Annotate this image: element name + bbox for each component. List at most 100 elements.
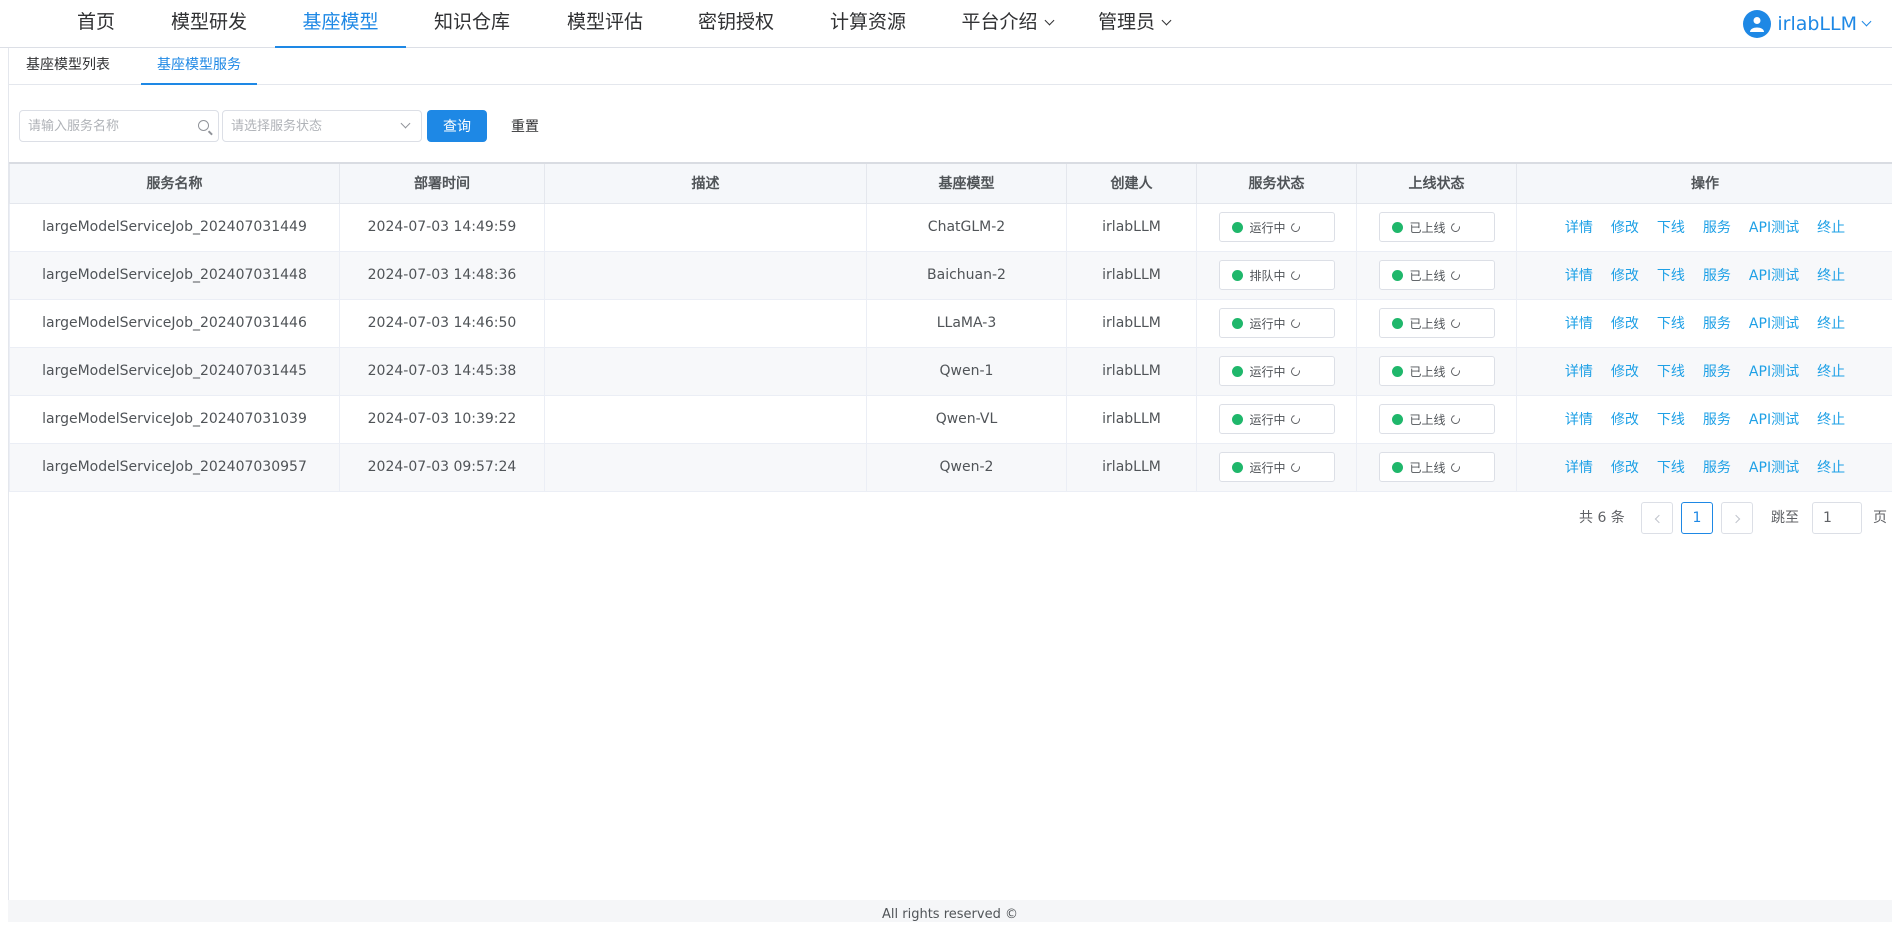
cell-base-model: Baichuan-2 (867, 251, 1067, 299)
api-test-link[interactable]: API测试 (1749, 460, 1799, 476)
cell-service-status: 排队中 (1197, 251, 1357, 299)
table-row: largeModelServiceJob_2024070314462024-07… (10, 299, 1892, 347)
cell-creator: irlabLLM (1067, 251, 1197, 299)
cell-creator: irlabLLM (1067, 347, 1197, 395)
terminate-link[interactable]: 终止 (1817, 268, 1845, 284)
offline-link[interactable]: 下线 (1657, 460, 1685, 476)
col-header-desc: 描述 (545, 163, 867, 203)
cell-base-model: Qwen-VL (867, 395, 1067, 443)
terminate-link[interactable]: 终止 (1817, 412, 1845, 428)
cell-online-status: 已上线 (1357, 299, 1517, 347)
query-button[interactable]: 查询 (427, 110, 487, 142)
cell-description (545, 395, 867, 443)
prev-page-button[interactable] (1641, 502, 1673, 534)
status-dot-icon (1232, 222, 1243, 233)
nav-item-label: 管理员 (1098, 11, 1155, 33)
chevron-down-icon (1862, 16, 1872, 26)
cell-online-status: 已上线 (1357, 203, 1517, 251)
edit-link[interactable]: 修改 (1611, 316, 1639, 332)
edit-link[interactable]: 修改 (1611, 460, 1639, 476)
service-status-badge[interactable]: 排队中 (1219, 260, 1335, 290)
online-status-badge[interactable]: 已上线 (1379, 260, 1495, 290)
online-status-badge[interactable]: 已上线 (1379, 356, 1495, 386)
terminate-link[interactable]: 终止 (1817, 220, 1845, 236)
service-status-select[interactable] (222, 110, 422, 142)
service-status-badge[interactable]: 运行中 (1219, 356, 1335, 386)
api-test-link[interactable]: API测试 (1749, 268, 1799, 284)
service-link[interactable]: 服务 (1703, 364, 1731, 380)
edit-link[interactable]: 修改 (1611, 220, 1639, 236)
offline-link[interactable]: 下线 (1657, 412, 1685, 428)
nav-item-model-dev[interactable]: 模型研发 (163, 0, 255, 48)
user-avatar-icon (1743, 10, 1771, 38)
edit-link[interactable]: 修改 (1611, 364, 1639, 380)
nav-item-compute[interactable]: 计算资源 (822, 0, 914, 48)
terminate-link[interactable]: 终止 (1817, 364, 1845, 380)
cell-base-model: Qwen-1 (867, 347, 1067, 395)
table-row: largeModelServiceJob_2024070309572024-07… (10, 443, 1892, 491)
jump-page-input[interactable] (1812, 502, 1862, 534)
api-test-link[interactable]: API测试 (1749, 364, 1799, 380)
offline-link[interactable]: 下线 (1657, 316, 1685, 332)
service-name-input[interactable] (20, 111, 180, 141)
nav-item-platform-intro[interactable]: 平台介绍 (952, 0, 1062, 48)
nav-item-admin[interactable]: 管理员 (1094, 0, 1174, 48)
status-dot-icon (1392, 366, 1403, 377)
service-table: 服务名称 部署时间 描述 基座模型 创建人 服务状态 上线状态 操作 large… (9, 162, 1892, 492)
detail-link[interactable]: 详情 (1565, 364, 1593, 380)
service-link[interactable]: 服务 (1703, 220, 1731, 236)
nav-item-base-model[interactable]: 基座模型 (275, 0, 406, 48)
service-status-input[interactable] (223, 111, 383, 141)
cell-base-model: ChatGLM-2 (867, 203, 1067, 251)
offline-link[interactable]: 下线 (1657, 220, 1685, 236)
service-status-badge[interactable]: 运行中 (1219, 212, 1335, 242)
detail-link[interactable]: 详情 (1565, 460, 1593, 476)
edit-link[interactable]: 修改 (1611, 268, 1639, 284)
offline-link[interactable]: 下线 (1657, 268, 1685, 284)
online-status-badge[interactable]: 已上线 (1379, 404, 1495, 434)
detail-link[interactable]: 详情 (1565, 220, 1593, 236)
subtab-model-service[interactable]: 基座模型服务 (141, 48, 257, 85)
subtab-model-list[interactable]: 基座模型列表 (9, 48, 127, 85)
cell-operations: 详情 修改 下线 服务 API测试 终止 (1517, 347, 1892, 395)
terminate-link[interactable]: 终止 (1817, 460, 1845, 476)
edit-link[interactable]: 修改 (1611, 412, 1639, 428)
table-row: largeModelServiceJob_2024070314492024-07… (10, 203, 1892, 251)
api-test-link[interactable]: API测试 (1749, 412, 1799, 428)
api-test-link[interactable]: API测试 (1749, 220, 1799, 236)
detail-link[interactable]: 详情 (1565, 316, 1593, 332)
offline-link[interactable]: 下线 (1657, 364, 1685, 380)
nav-item-eval[interactable]: 模型评估 (559, 0, 651, 48)
cell-creator: irlabLLM (1067, 395, 1197, 443)
service-link[interactable]: 服务 (1703, 316, 1731, 332)
service-status-badge[interactable]: 运行中 (1219, 308, 1335, 338)
online-status-badge[interactable]: 已上线 (1379, 212, 1495, 242)
online-status-badge[interactable]: 已上线 (1379, 308, 1495, 338)
cell-online-status: 已上线 (1357, 395, 1517, 443)
cell-creator: irlabLLM (1067, 299, 1197, 347)
cell-service-name: largeModelServiceJob_202407031039 (10, 395, 340, 443)
service-link[interactable]: 服务 (1703, 460, 1731, 476)
next-page-button[interactable] (1721, 502, 1753, 534)
user-menu[interactable]: irlabLLM (1743, 8, 1870, 40)
col-header-name: 服务名称 (10, 163, 340, 203)
detail-link[interactable]: 详情 (1565, 268, 1593, 284)
service-status-badge[interactable]: 运行中 (1219, 452, 1335, 482)
service-link[interactable]: 服务 (1703, 412, 1731, 428)
table-row: largeModelServiceJob_2024070314452024-07… (10, 347, 1892, 395)
detail-link[interactable]: 详情 (1565, 412, 1593, 428)
online-status-badge[interactable]: 已上线 (1379, 452, 1495, 482)
service-status-badge[interactable]: 运行中 (1219, 404, 1335, 434)
api-test-link[interactable]: API测试 (1749, 316, 1799, 332)
cell-deploy-time: 2024-07-03 14:48:36 (340, 251, 545, 299)
nav-item-knowledge[interactable]: 知识仓库 (426, 0, 518, 48)
terminate-link[interactable]: 终止 (1817, 316, 1845, 332)
status-dot-icon (1392, 222, 1403, 233)
page-number-button[interactable]: 1 (1681, 502, 1713, 534)
cell-deploy-time: 2024-07-03 14:49:59 (340, 203, 545, 251)
nav-item-keys[interactable]: 密钥授权 (690, 0, 782, 48)
chevron-down-icon (1162, 16, 1172, 26)
service-link[interactable]: 服务 (1703, 268, 1731, 284)
nav-item-home[interactable]: 首页 (64, 0, 128, 48)
reset-button[interactable]: 重置 (497, 110, 553, 142)
